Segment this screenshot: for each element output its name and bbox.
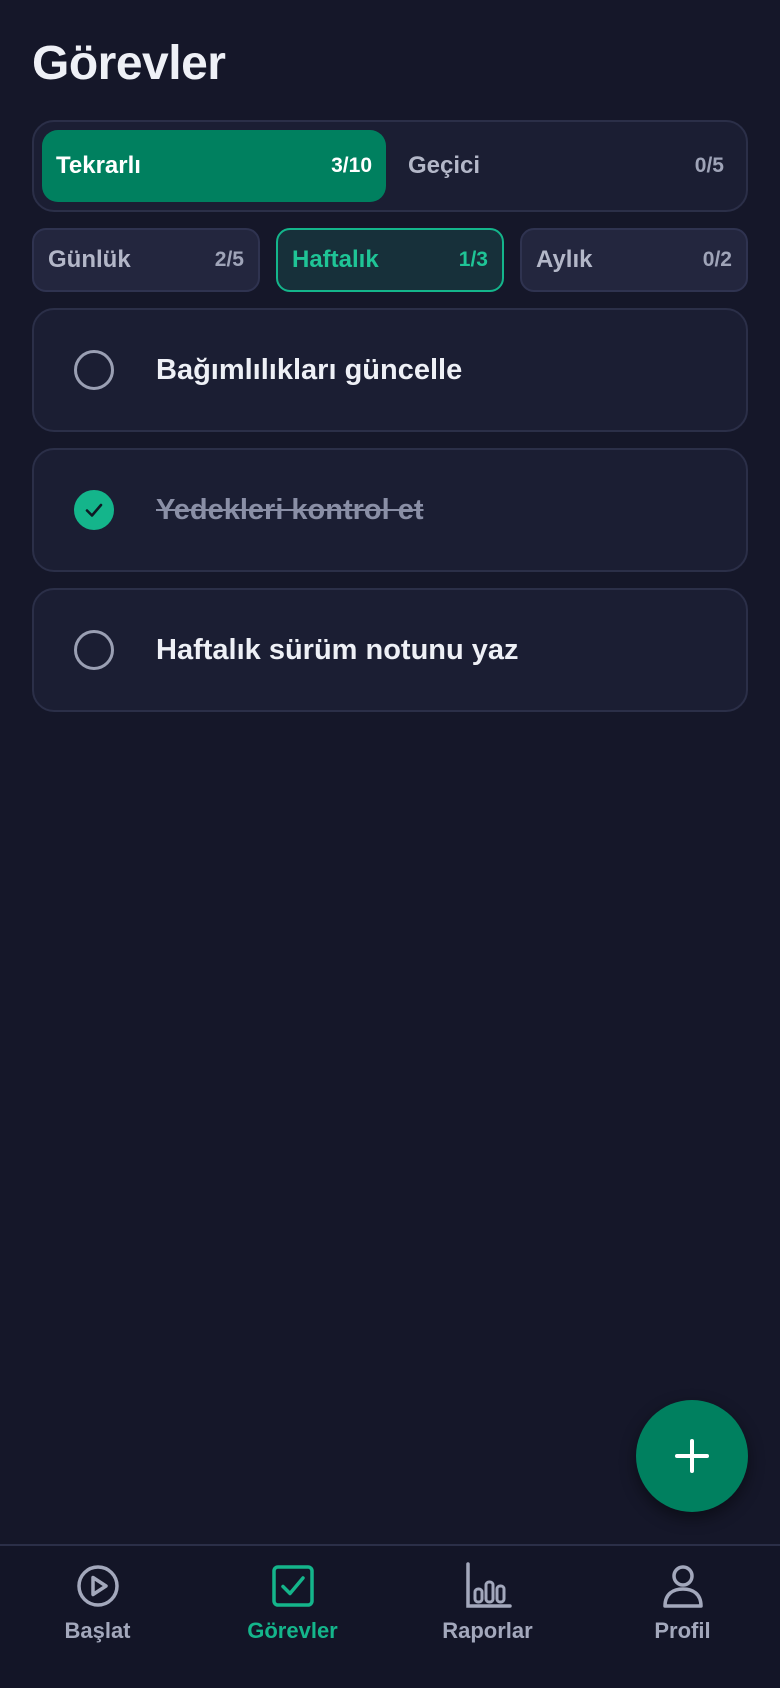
task-title: Bağımlılıkları güncelle	[156, 353, 463, 386]
chip-count: 1/3	[458, 248, 488, 271]
period-filter-chips: Günlük 2/5 Haftalık 1/3 Aylık 0/2	[32, 228, 748, 292]
plus-icon	[675, 1439, 709, 1473]
chip-label: Haftalık	[292, 246, 379, 273]
task-item[interactable]: Yedekleri kontrol et	[32, 448, 748, 572]
nav-label: Raporlar	[442, 1618, 533, 1643]
bottom-navigation: Başlat Görevler Raporlar Profil	[0, 1544, 780, 1688]
nav-item-profile[interactable]: Profil	[585, 1546, 780, 1688]
chip-count: 2/5	[214, 248, 244, 271]
chip-daily[interactable]: Günlük 2/5	[32, 228, 260, 292]
nav-label: Profil	[654, 1618, 711, 1643]
tasks-screen: Görevler Tekrarlı 3/10 Geçici 0/5 Günlük…	[0, 0, 780, 1688]
checked-circle-icon[interactable]	[74, 490, 114, 530]
segment-temporary[interactable]: Geçici 0/5	[394, 130, 738, 202]
chip-weekly[interactable]: Haftalık 1/3	[276, 228, 504, 292]
segment-count: 3/10	[331, 154, 372, 177]
segment-label: Tekrarlı	[56, 152, 141, 179]
task-item[interactable]: Bağımlılıkları güncelle	[32, 308, 748, 432]
unchecked-circle-icon[interactable]	[74, 350, 114, 390]
task-title: Yedekleri kontrol et	[156, 493, 424, 526]
chip-label: Günlük	[48, 246, 131, 273]
page-title: Görevler	[32, 37, 226, 90]
segment-recurring[interactable]: Tekrarlı 3/10	[42, 130, 386, 202]
chip-monthly[interactable]: Aylık 0/2	[520, 228, 748, 292]
nav-item-reports[interactable]: Raporlar	[390, 1546, 585, 1688]
nav-item-tasks[interactable]: Görevler	[195, 1546, 390, 1688]
nav-label: Başlat	[64, 1618, 131, 1643]
user-icon	[662, 1565, 703, 1608]
chip-count: 0/2	[702, 248, 732, 271]
checkmark-icon	[85, 503, 103, 517]
bar-chart-icon	[465, 1562, 512, 1608]
segment-label: Geçici	[408, 152, 481, 179]
segment-count: 0/5	[694, 154, 724, 177]
task-type-segmented-control: Tekrarlı 3/10 Geçici 0/5	[32, 120, 748, 212]
unchecked-circle-icon[interactable]	[74, 630, 114, 670]
checkbox-icon	[271, 1565, 314, 1607]
nav-label: Görevler	[247, 1618, 338, 1643]
task-title: Haftalık sürüm notunu yaz	[156, 633, 519, 666]
task-item[interactable]: Haftalık sürüm notunu yaz	[32, 588, 748, 712]
chip-label: Aylık	[536, 246, 593, 273]
play-circle-icon	[76, 1565, 119, 1607]
add-task-button[interactable]	[636, 1400, 748, 1512]
task-list: Bağımlılıkları güncelle Yedekleri kontro…	[32, 308, 748, 728]
nav-item-start[interactable]: Başlat	[0, 1546, 195, 1688]
